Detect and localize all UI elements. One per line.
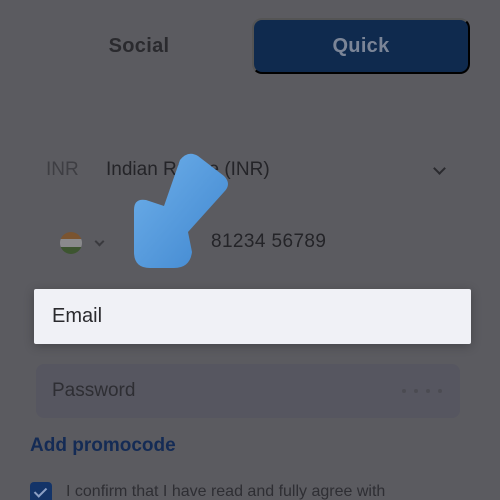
tab-social[interactable]: Social bbox=[30, 18, 248, 74]
password-placeholder: Password bbox=[52, 380, 136, 401]
email-field[interactable]: Email bbox=[34, 289, 471, 344]
terms-text: I confirm that I have read and fully agr… bbox=[66, 483, 386, 500]
tab-quick[interactable]: Quick bbox=[252, 18, 470, 74]
chevron-down-icon bbox=[433, 162, 446, 175]
currency-select[interactable]: INR Indian Rupee (INR) bbox=[30, 142, 462, 198]
phone-value: 81234 56789 bbox=[211, 231, 327, 252]
currency-name: Indian Rupee (INR) bbox=[106, 159, 270, 180]
currency-code: INR bbox=[46, 159, 79, 180]
country-chevron-down-icon[interactable] bbox=[94, 236, 105, 246]
email-placeholder: Email bbox=[52, 305, 103, 327]
terms-checkbox[interactable] bbox=[30, 482, 52, 500]
password-field[interactable]: Password bbox=[36, 364, 460, 418]
add-promocode-link[interactable]: Add promocode bbox=[30, 435, 176, 457]
registration-screen: Social Quick INR Indian Rupee (INR) 8123… bbox=[0, 0, 500, 500]
india-flag-icon[interactable] bbox=[60, 232, 82, 254]
phone-field[interactable]: 81234 56789 bbox=[30, 214, 462, 272]
show-password-icon[interactable] bbox=[402, 384, 442, 398]
